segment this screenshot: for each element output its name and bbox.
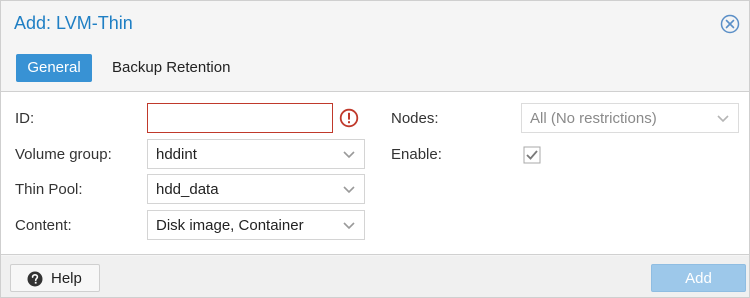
exclamation-circle-icon <box>339 108 359 128</box>
chevron-down-icon <box>343 151 355 159</box>
nodes-value: All (No restrictions) <box>530 110 657 127</box>
question-circle-icon <box>27 271 43 287</box>
checkmark-icon <box>523 146 541 164</box>
volume-group-label: Volume group: <box>15 146 112 163</box>
enable-checkbox[interactable] <box>523 146 541 164</box>
nodes-select[interactable]: All (No restrictions) <box>521 103 739 133</box>
tab-backup-retention[interactable]: Backup Retention <box>102 54 240 82</box>
dialog-window: Add: LVM-Thin General Backup Retention I… <box>0 0 750 298</box>
help-button[interactable]: Help <box>10 264 100 292</box>
chevron-down-icon <box>717 115 729 123</box>
form-panel: ID: Volume group: hddint Thin Pool: hdd_… <box>1 91 749 255</box>
thin-pool-select[interactable]: hdd_data <box>147 174 365 204</box>
volume-group-select[interactable]: hddint <box>147 139 365 169</box>
tab-general[interactable]: General <box>16 54 92 82</box>
content-value: Disk image, Container <box>156 217 304 234</box>
volume-group-value: hddint <box>156 146 197 163</box>
dialog-title: Add: LVM-Thin <box>14 13 133 33</box>
dialog-titlebar: Add: LVM-Thin <box>1 1 749 45</box>
chevron-down-icon <box>343 186 355 194</box>
thin-pool-value: hdd_data <box>156 181 219 198</box>
content-label: Content: <box>15 217 72 234</box>
enable-label: Enable: <box>391 146 442 163</box>
id-input[interactable] <box>147 103 333 133</box>
chevron-down-icon <box>343 222 355 230</box>
close-icon[interactable] <box>720 14 740 34</box>
thin-pool-label: Thin Pool: <box>15 181 83 198</box>
content-select[interactable]: Disk image, Container <box>147 210 365 240</box>
id-label: ID: <box>15 110 35 127</box>
tab-bar: General Backup Retention <box>1 45 749 89</box>
add-button[interactable]: Add <box>651 264 746 292</box>
add-button-label: Add <box>685 270 712 287</box>
dialog-footer: Help Add <box>1 256 749 297</box>
nodes-label: Nodes: <box>391 110 439 127</box>
help-button-label: Help <box>51 270 82 287</box>
